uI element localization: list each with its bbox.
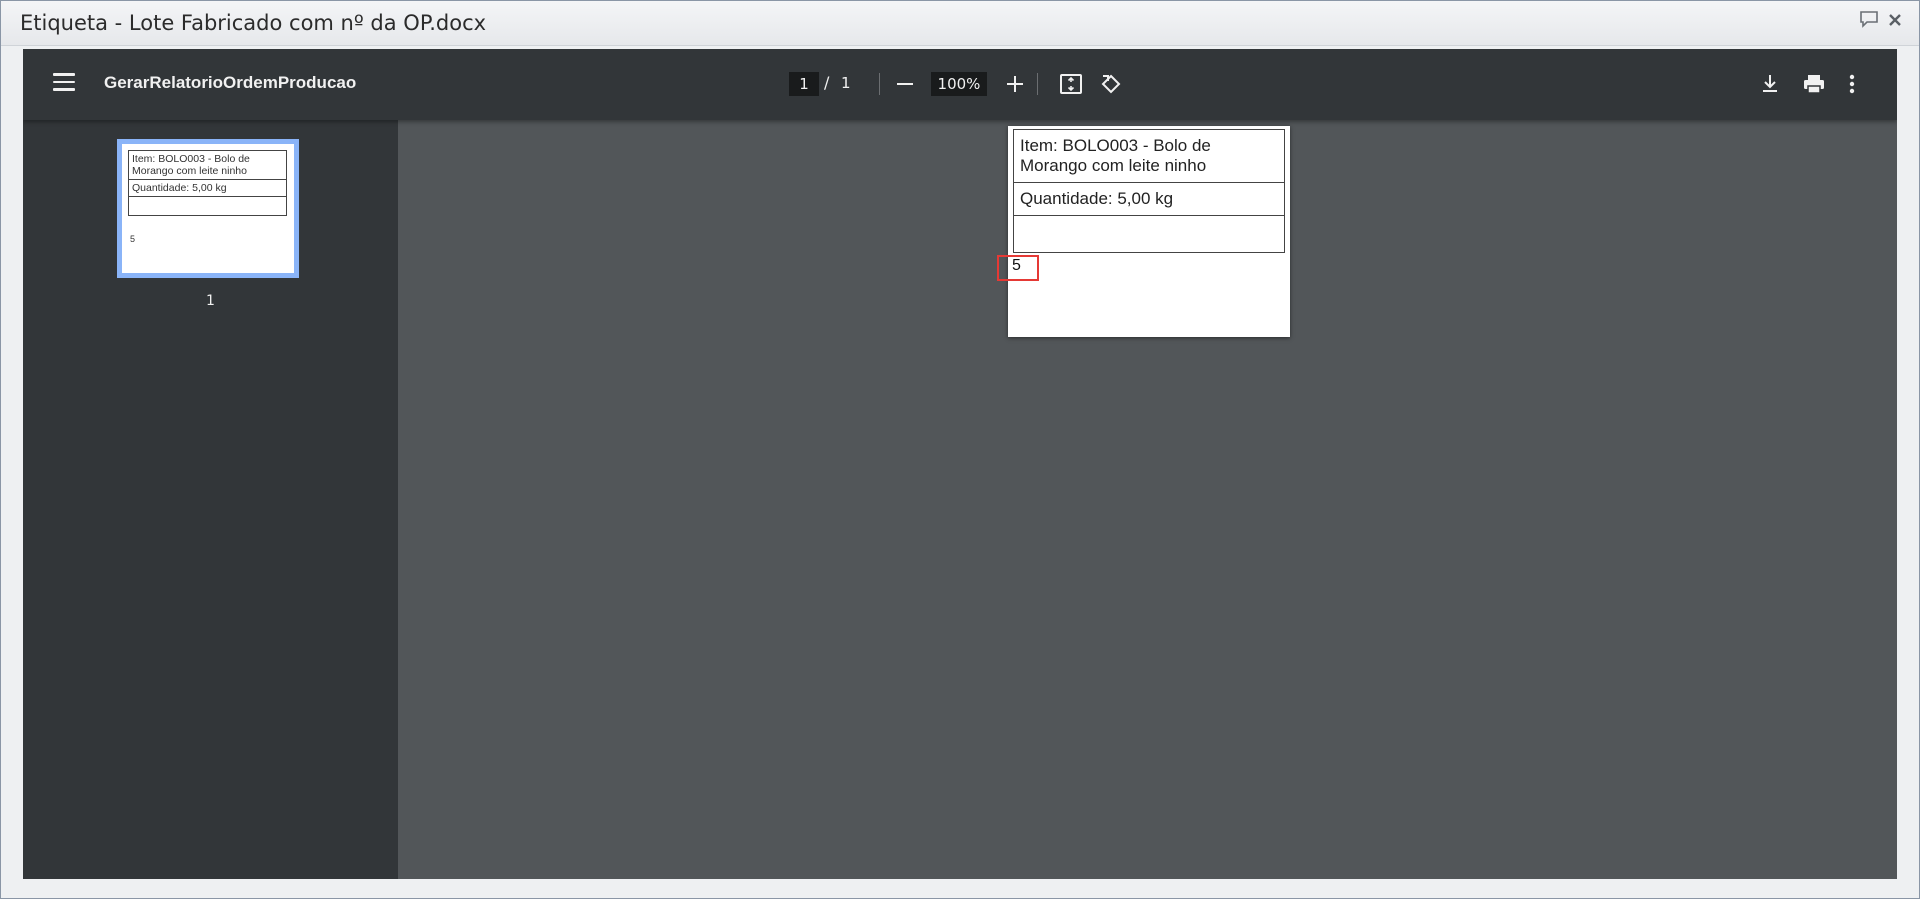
- page-total: 1: [841, 74, 851, 92]
- thumbnail-page-label: 1: [206, 293, 215, 309]
- pdf-viewer: GerarRelatorioOrdemProducao 1 / 1 100% I…: [23, 49, 1897, 879]
- more-options-icon[interactable]: [1849, 73, 1855, 99]
- page-number-input[interactable]: 1: [789, 72, 819, 96]
- thumbnail-row-quantity: Quantidade: 5,00 kg: [129, 180, 286, 197]
- document-title: GerarRelatorioOrdemProducao: [104, 73, 357, 92]
- thumbnail-number: 5: [130, 234, 136, 244]
- label-table: Item: BOLO003 - Bolo de Morango com leit…: [1013, 129, 1285, 253]
- thumbnail-page: Item: BOLO003 - Bolo de Morango com leit…: [122, 144, 294, 273]
- thumbnail-label-table: Item: BOLO003 - Bolo de Morango com leit…: [128, 150, 287, 216]
- rotate-icon[interactable]: [1099, 72, 1123, 100]
- pdf-toolbar: GerarRelatorioOrdemProducao 1 / 1 100%: [23, 49, 1897, 120]
- label-row-empty: [1014, 216, 1284, 252]
- pdf-page: Item: BOLO003 - Bolo de Morango com leit…: [997, 126, 1290, 337]
- label-row-quantity: Quantidade: 5,00 kg: [1014, 183, 1284, 216]
- menu-icon[interactable]: [53, 73, 75, 95]
- toolbar-divider: [1037, 73, 1038, 95]
- label-row-item: Item: BOLO003 - Bolo de Morango com leit…: [1014, 130, 1284, 183]
- zoom-out-icon[interactable]: [897, 83, 913, 85]
- zoom-in-icon[interactable]: [1007, 73, 1025, 95]
- print-icon[interactable]: [1802, 73, 1826, 99]
- page-separator: /: [824, 73, 830, 92]
- window-title: Etiqueta - Lote Fabricado com nº da OP.d…: [20, 11, 487, 35]
- highlight-box: [997, 255, 1039, 281]
- close-icon[interactable]: [1887, 11, 1903, 31]
- dialog-window: Etiqueta - Lote Fabricado com nº da OP.d…: [0, 0, 1920, 899]
- zoom-level-input[interactable]: 100%: [931, 72, 987, 96]
- toolbar-divider: [879, 73, 880, 95]
- page-thumbnail[interactable]: Item: BOLO003 - Bolo de Morango com leit…: [117, 139, 299, 278]
- comment-icon[interactable]: [1859, 10, 1879, 31]
- thumbnail-row-empty: [129, 197, 286, 215]
- thumbnail-row-item: Item: BOLO003 - Bolo de Morango com leit…: [129, 151, 286, 180]
- fit-page-icon[interactable]: [1059, 73, 1083, 99]
- thumbnail-sidebar: Item: BOLO003 - Bolo de Morango com leit…: [23, 120, 398, 879]
- download-icon[interactable]: [1760, 73, 1780, 99]
- window-titlebar: Etiqueta - Lote Fabricado com nº da OP.d…: [1, 1, 1919, 46]
